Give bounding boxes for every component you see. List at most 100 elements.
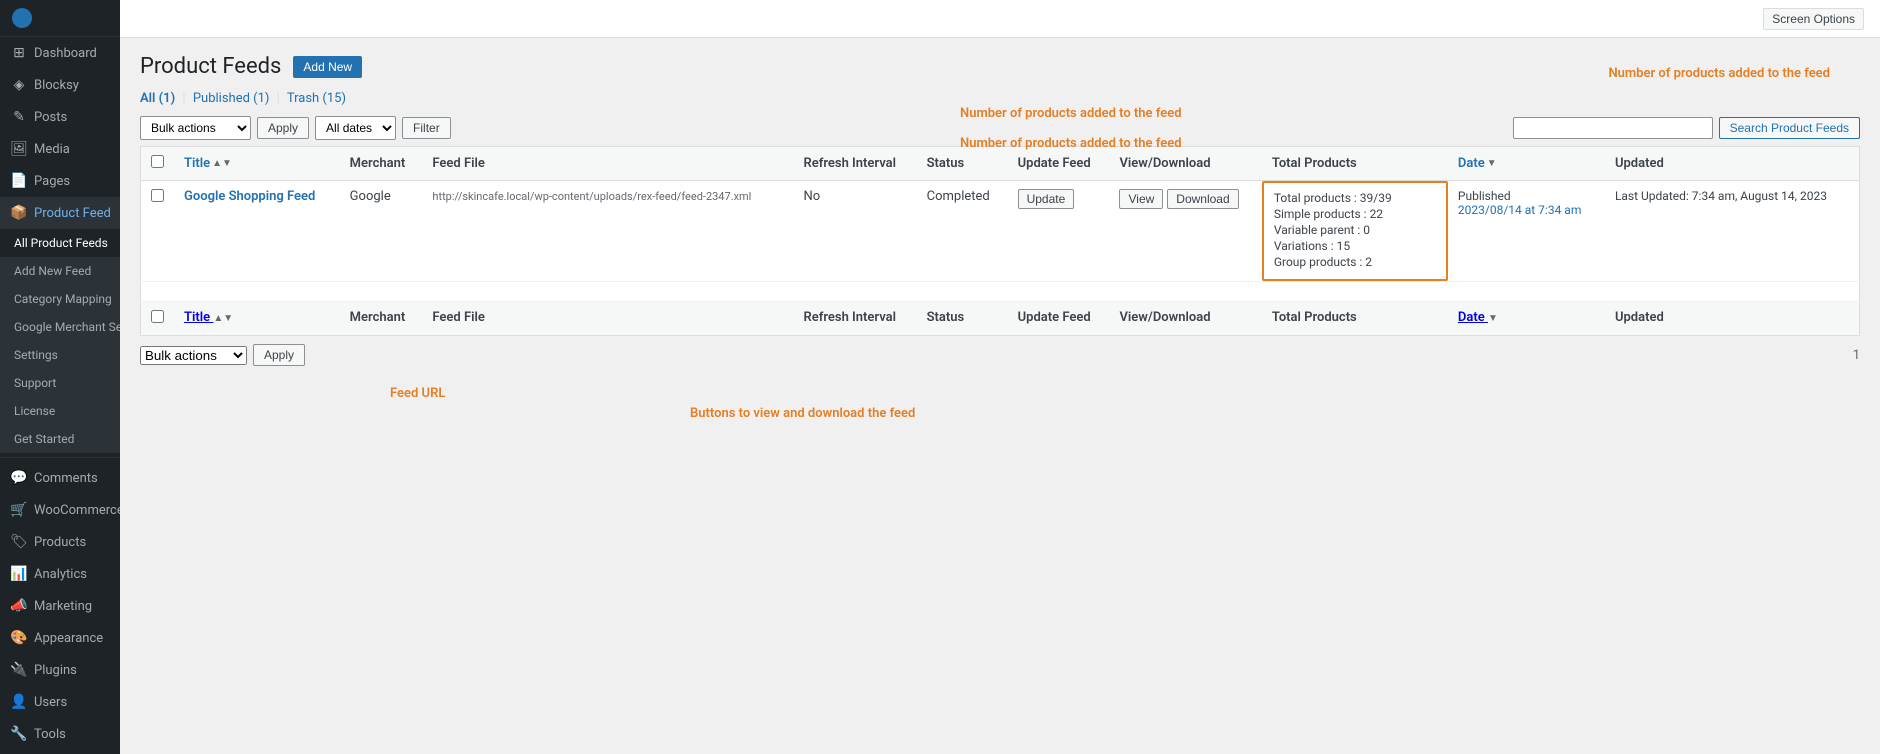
- sidebar-item-label: Posts: [34, 110, 67, 125]
- th-view-download-text: View/Download: [1119, 156, 1210, 171]
- second-header-checkbox[interactable]: [151, 310, 164, 323]
- date-link[interactable]: 2023/08/14 at 7:34 am: [1458, 203, 1581, 217]
- sh-date-link[interactable]: Date ▼: [1458, 310, 1498, 325]
- sidebar-item-appearance[interactable]: 🎨 Appearance: [0, 622, 120, 654]
- annotation-callout3: Buttons to view and download the feed: [690, 406, 915, 421]
- table-row-empty: [141, 282, 1860, 302]
- product-feed-submenu: All Product Feeds Add New Feed Category …: [0, 229, 120, 453]
- row-total-products-cell: Total products : 39/39 Simple products :…: [1262, 181, 1448, 282]
- search-product-feeds-button[interactable]: Search Product Feeds: [1719, 117, 1860, 139]
- total-products-total: Total products : 39/39: [1274, 191, 1436, 205]
- select-all-checkbox[interactable]: [151, 155, 164, 168]
- analytics-icon: 📊: [10, 565, 28, 583]
- screen-options-button[interactable]: Screen Options: [1763, 8, 1864, 30]
- sidebar-item-analytics[interactable]: 📊 Analytics: [0, 558, 120, 590]
- add-new-button[interactable]: Add New: [293, 56, 362, 78]
- sidebar-item-settings[interactable]: Settings: [0, 341, 120, 369]
- sh-feed-file: Feed File: [422, 302, 793, 336]
- view-button[interactable]: View: [1119, 189, 1163, 209]
- th-title-link[interactable]: Title ▲▼: [184, 156, 232, 171]
- sidebar-item-media[interactable]: 🖼 Media: [0, 133, 120, 165]
- topbar: Screen Options: [120, 0, 1880, 38]
- row-checkbox-cell: [141, 181, 175, 282]
- content-with-annotations: Number of products added to the feed Bul…: [140, 116, 1860, 366]
- license-label: License: [14, 404, 55, 418]
- sidebar-item-dashboard[interactable]: ⊞ Dashboard: [0, 37, 120, 69]
- sidebar-item-marketing[interactable]: 📣 Marketing: [0, 590, 120, 622]
- sidebar-item-label: Product Feed: [34, 206, 111, 221]
- th-update-text: Update Feed: [1018, 156, 1091, 171]
- sh-title-text: Title: [184, 310, 210, 325]
- sh-title-link[interactable]: Title ▲▼: [184, 310, 233, 325]
- pages-icon: 📄: [10, 172, 28, 190]
- sidebar-item-pages[interactable]: 📄 Pages: [0, 165, 120, 197]
- blocksy-icon: ◈: [10, 76, 28, 94]
- sidebar-item-get-started[interactable]: Get Started: [0, 425, 120, 453]
- updated-date: 7:34 am, August 14, 2023: [1692, 189, 1827, 203]
- sidebar-item-label: Products: [34, 535, 86, 550]
- row-updated-cell: Last Updated: 7:34 am, August 14, 2023: [1605, 181, 1860, 282]
- all-product-feeds-label: All Product Feeds: [14, 236, 108, 250]
- sidebar-item-blocksy[interactable]: ◈ Blocksy: [0, 69, 120, 101]
- appearance-icon: 🎨: [10, 629, 28, 647]
- sh-title: Title ▲▼: [174, 302, 340, 336]
- sidebar-item-products[interactable]: 🏷 Products: [0, 526, 120, 558]
- apply-button-top[interactable]: Apply: [257, 117, 309, 139]
- products-icon: 🏷: [10, 533, 28, 551]
- total-products-variable: Variable parent : 0: [1274, 223, 1436, 237]
- update-button[interactable]: Update: [1018, 189, 1075, 209]
- row-checkbox[interactable]: [151, 189, 164, 202]
- sh-view-download: View/Download: [1109, 302, 1261, 336]
- sh-total-products: Total Products: [1262, 302, 1448, 336]
- sublink-published[interactable]: Published (1): [193, 91, 270, 106]
- row-title-cell: Google Shopping Feed: [174, 181, 340, 282]
- search-input[interactable]: [1513, 117, 1713, 139]
- total-products-simple: Simple products : 22: [1274, 207, 1436, 221]
- sh-refresh: Refresh Interval: [793, 302, 916, 336]
- date-value: 2023/08/14 at 7:34 am: [1458, 203, 1595, 217]
- sidebar-item-posts[interactable]: ✎ Posts: [0, 101, 120, 133]
- th-merchant-text: Merchant: [350, 156, 406, 171]
- bulk-actions-select-bottom[interactable]: Bulk actions Move to Trash: [140, 346, 247, 365]
- sidebar-item-license[interactable]: License: [0, 397, 120, 425]
- date-filter-select[interactable]: All dates: [315, 116, 396, 140]
- sidebar-item-category-mapping[interactable]: Category Mapping: [0, 285, 120, 313]
- filter-button[interactable]: Filter: [402, 117, 451, 139]
- sidebar-item-add-new-feed[interactable]: Add New Feed: [0, 257, 120, 285]
- content-area: Product Feeds Add New All (1) | Publishe…: [120, 38, 1880, 754]
- sidebar-item-support[interactable]: Support: [0, 369, 120, 397]
- bottom-toolbar: Bulk actions Move to Trash Apply 1: [140, 344, 1860, 366]
- th-total-products: Total Products: [1262, 147, 1448, 181]
- sublink-trash[interactable]: Trash (15): [287, 91, 346, 106]
- sidebar-item-settings-global[interactable]: ⚙ Settings: [0, 750, 120, 754]
- product-feed-icon: 📦: [10, 204, 28, 222]
- download-button[interactable]: Download: [1167, 189, 1238, 209]
- apply-button-bottom[interactable]: Apply: [253, 344, 305, 366]
- plugins-icon: 🔌: [10, 661, 28, 679]
- empty-cell: [141, 282, 1860, 302]
- feed-title-link[interactable]: Google Shopping Feed: [184, 189, 315, 204]
- sublink-all[interactable]: All (1): [140, 91, 175, 106]
- sidebar-item-woocommerce[interactable]: 🛒 WooCommerce: [0, 494, 120, 526]
- sort-icon-title: ▲▼: [212, 158, 232, 169]
- sidebar-item-all-product-feeds[interactable]: All Product Feeds: [0, 229, 120, 257]
- sh-status: Status: [917, 302, 1008, 336]
- sidebar-item-users[interactable]: 👤 Users: [0, 686, 120, 718]
- sort-icon-date: ▼: [1487, 158, 1497, 169]
- date-info: Published 2023/08/14 at 7:34 am: [1458, 189, 1595, 217]
- product-feeds-table: Title ▲▼ Merchant Feed File: [140, 146, 1860, 336]
- page-header: Product Feeds Add New: [140, 54, 1860, 79]
- row-update-cell: Update: [1008, 181, 1110, 282]
- sidebar-item-tools[interactable]: 🔧 Tools: [0, 718, 120, 750]
- sidebar-item-product-feed[interactable]: 📦 Product Feed: [0, 197, 120, 229]
- th-date-link[interactable]: Date ▼: [1458, 156, 1497, 171]
- dashboard-icon: ⊞: [10, 44, 28, 62]
- feed-url: http://skincafe.local/wp-content/uploads…: [432, 190, 751, 203]
- sidebar-item-comments[interactable]: 💬 Comments: [0, 462, 120, 494]
- bulk-actions-select-top[interactable]: Bulk actions Move to Trash: [140, 116, 251, 140]
- sidebar-item-google-merchant-settings[interactable]: Google Merchant Settings: [0, 313, 120, 341]
- sidebar-item-plugins[interactable]: 🔌 Plugins: [0, 654, 120, 686]
- sh-merchant: Merchant: [340, 302, 423, 336]
- sh-sort-icon: ▲▼: [213, 313, 233, 324]
- sh-updated: Updated: [1605, 302, 1860, 336]
